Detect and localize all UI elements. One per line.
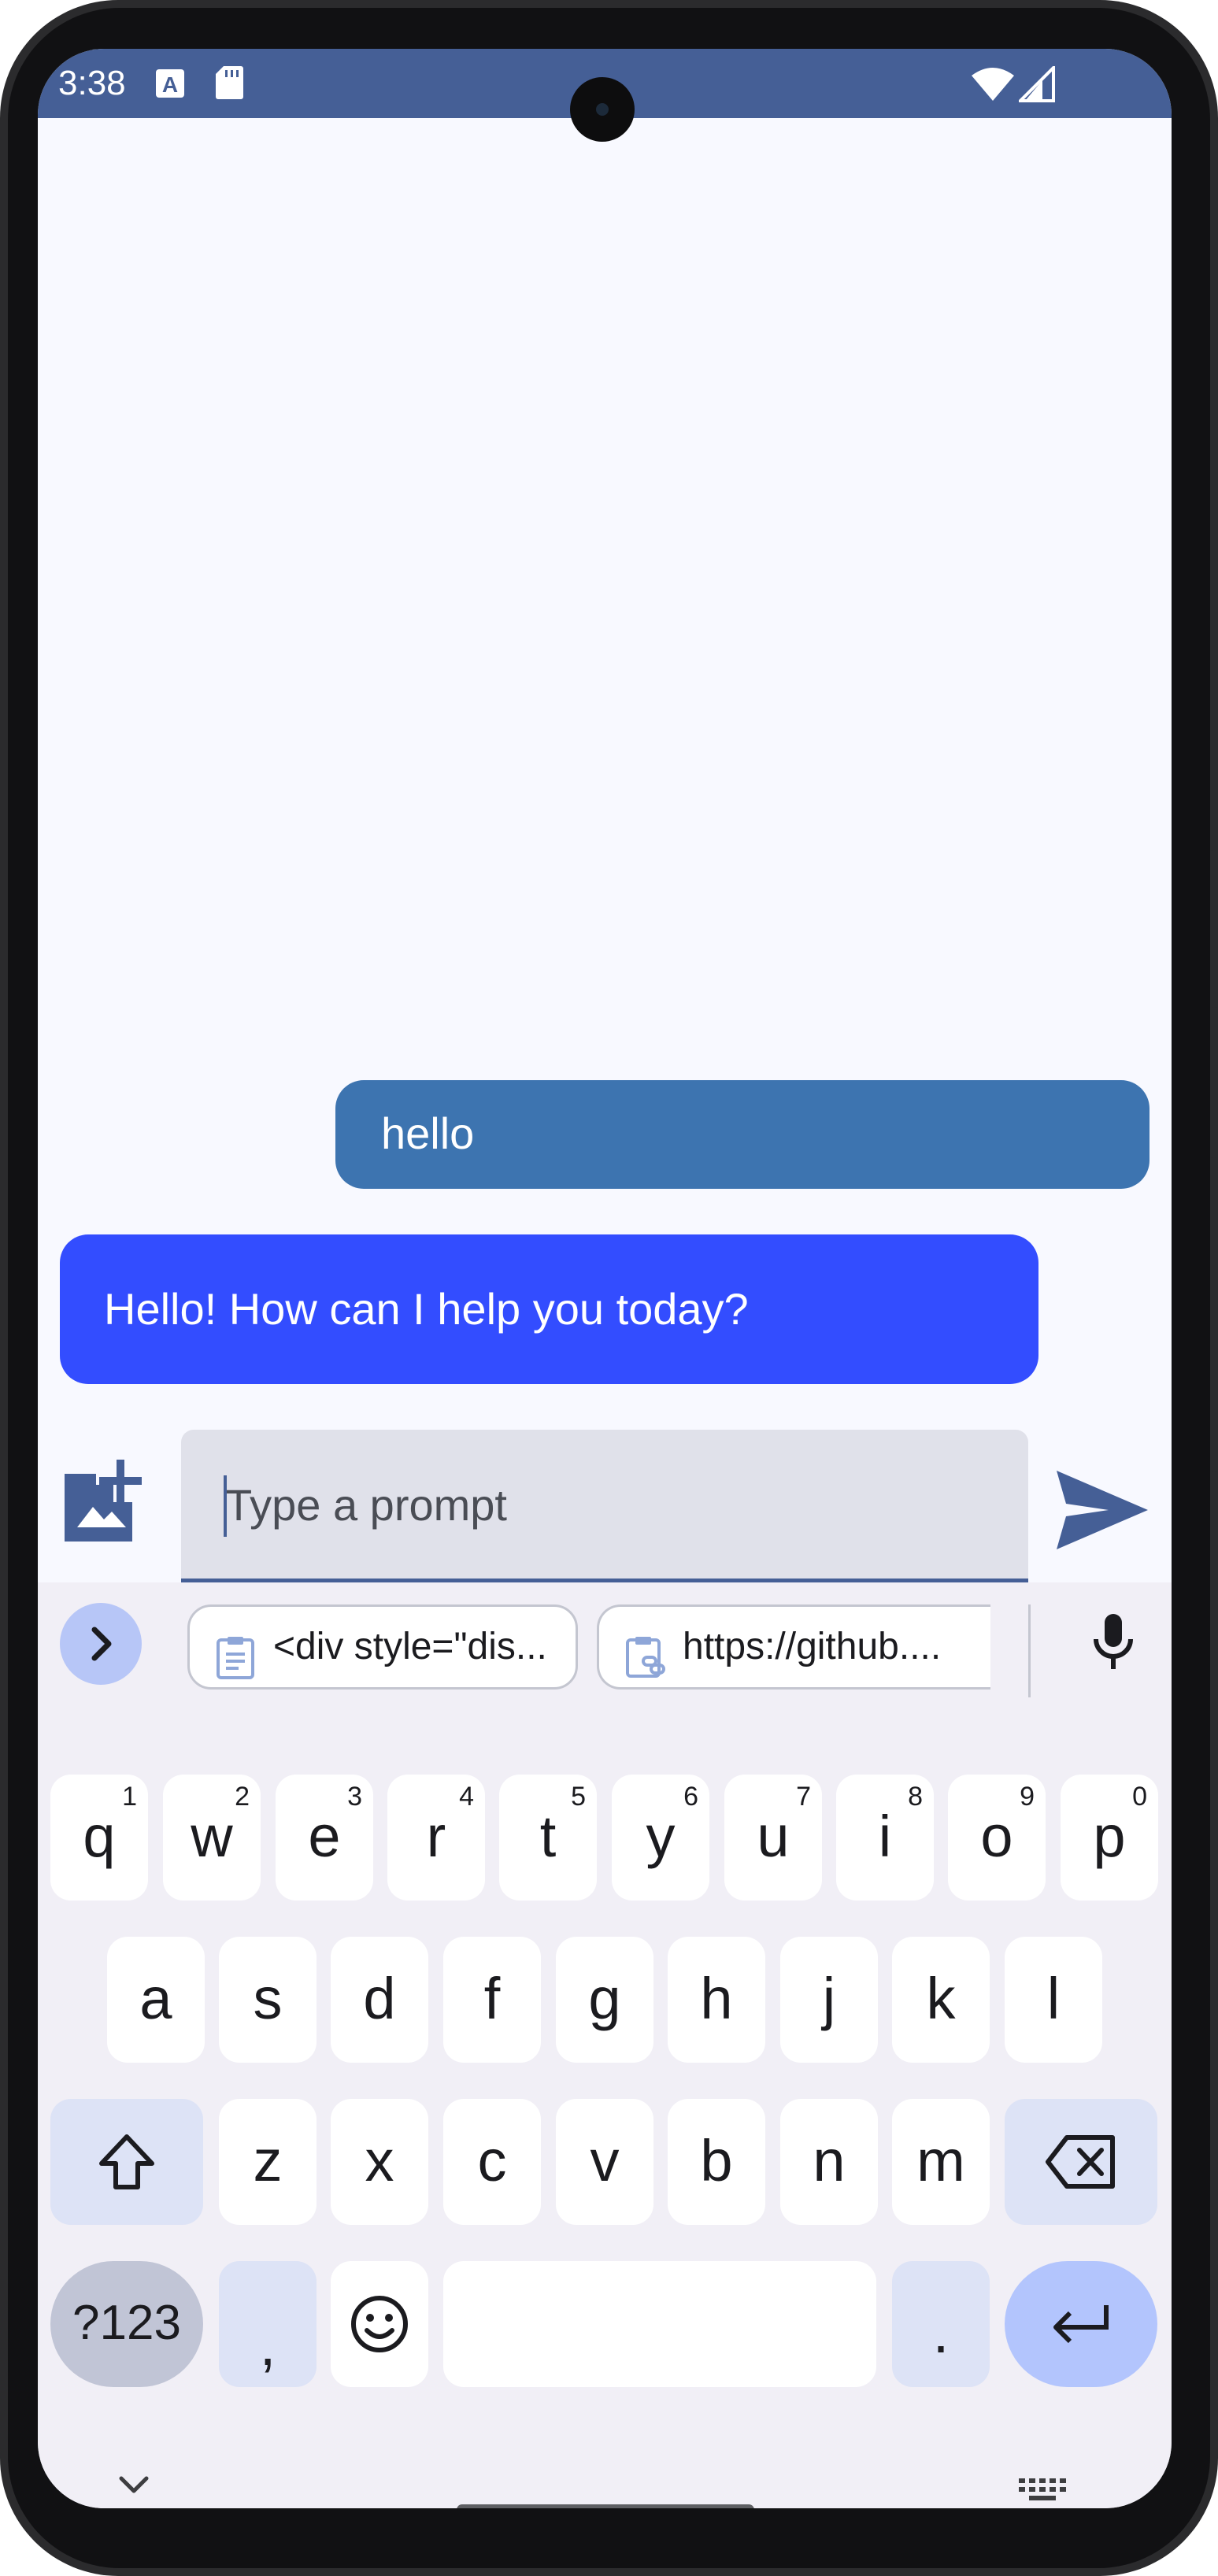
backspace-key[interactable] (1005, 2099, 1157, 2225)
keyboard-icon (1019, 2478, 1066, 2500)
emoji-icon (351, 2296, 408, 2352)
send-icon (1057, 1471, 1148, 1549)
front-camera (570, 77, 635, 142)
text-cursor (224, 1475, 227, 1537)
add-photo-icon (65, 1460, 142, 1542)
text-a-icon: A (154, 68, 186, 103)
comma-key[interactable]: , (219, 2261, 317, 2387)
key-w[interactable]: w2 (163, 1775, 261, 1901)
key-h[interactable]: h (668, 1937, 765, 2063)
chip-divider (1028, 1604, 1031, 1697)
key-r[interactable]: r4 (387, 1775, 485, 1901)
phone-frame: 3:38 A hello Hello! How can I help you t… (0, 0, 1218, 2576)
chevron-down-icon (119, 2476, 149, 2493)
key-z[interactable]: z (219, 2099, 317, 2225)
assistant-message-bubble: Hello! How can I help you today? (60, 1234, 1038, 1384)
key-b[interactable]: b (668, 2099, 765, 2225)
shift-icon (99, 2134, 154, 2189)
expand-toolbar-button[interactable] (60, 1603, 142, 1685)
enter-key[interactable] (1005, 2261, 1157, 2387)
volume-button (1210, 1157, 1218, 1472)
emoji-key[interactable] (331, 2261, 428, 2387)
wifi-icon (970, 66, 1016, 106)
clipboard-link-icon (624, 1627, 668, 1687)
power-button (1210, 850, 1218, 1008)
key-g[interactable]: g (556, 1937, 653, 2063)
add-image-button[interactable] (58, 1455, 153, 1549)
backspace-icon (1046, 2135, 1115, 2189)
svg-text:A: A (162, 72, 178, 97)
prompt-input[interactable] (225, 1461, 997, 1548)
chevron-right-icon (91, 1627, 112, 1661)
space-key[interactable] (443, 2261, 876, 2387)
status-time: 3:38 (58, 64, 126, 102)
key-p[interactable]: p0 (1061, 1775, 1158, 1901)
user-message-text: hello (381, 1108, 475, 1158)
keyboard-switch-button[interactable] (1019, 2478, 1066, 2508)
key-n[interactable]: n (780, 2099, 878, 2225)
key-l[interactable]: l (1005, 1937, 1102, 2063)
prompt-field[interactable] (181, 1430, 1028, 1582)
clipboard-icon (215, 1627, 256, 1687)
key-t[interactable]: t5 (499, 1775, 597, 1901)
clipboard-link-suggestion-chip[interactable]: https://github.... (597, 1604, 990, 1690)
symbols-key[interactable]: ?123 (50, 2261, 203, 2387)
period-key[interactable]: . (892, 2261, 990, 2387)
microphone-icon (1094, 1614, 1133, 1669)
key-c[interactable]: c (443, 2099, 541, 2225)
key-y[interactable]: y6 (612, 1775, 709, 1901)
key-a[interactable]: a (107, 1937, 205, 2063)
key-s[interactable]: s (219, 1937, 317, 2063)
key-i[interactable]: i8 (836, 1775, 934, 1901)
keyboard: <div style="dis... https://github.... q1… (38, 1582, 1172, 2508)
key-d[interactable]: d (331, 1937, 428, 2063)
key-m[interactable]: m (892, 2099, 990, 2225)
assistant-message-text: Hello! How can I help you today? (104, 1284, 749, 1334)
key-u[interactable]: u7 (724, 1775, 822, 1901)
key-e[interactable]: e3 (276, 1775, 373, 1901)
key-x[interactable]: x (331, 2099, 428, 2225)
link-chip-text: https://github.... (683, 1626, 942, 1667)
key-k[interactable]: k (892, 1937, 990, 2063)
enter-icon (1053, 2305, 1109, 2344)
voice-input-button[interactable] (1090, 1612, 1137, 1676)
key-v[interactable]: v (556, 2099, 653, 2225)
key-o[interactable]: o9 (948, 1775, 1046, 1901)
key-j[interactable]: j (780, 1937, 878, 2063)
hide-keyboard-button[interactable] (117, 2474, 151, 2501)
key-f[interactable]: f (443, 1937, 541, 2063)
signal-icon (1016, 64, 1055, 106)
clipboard-suggestion-chip[interactable]: <div style="dis... (187, 1604, 578, 1690)
screen: 3:38 A hello Hello! How can I help you t… (38, 49, 1172, 2508)
shift-key[interactable] (50, 2099, 203, 2225)
clipboard-chip-text: <div style="dis... (273, 1626, 547, 1667)
key-q[interactable]: q1 (50, 1775, 148, 1901)
send-button[interactable] (1053, 1468, 1151, 1553)
home-indicator[interactable] (457, 2504, 754, 2508)
sd-card-icon (214, 65, 244, 105)
user-message-bubble: hello (335, 1080, 1150, 1189)
